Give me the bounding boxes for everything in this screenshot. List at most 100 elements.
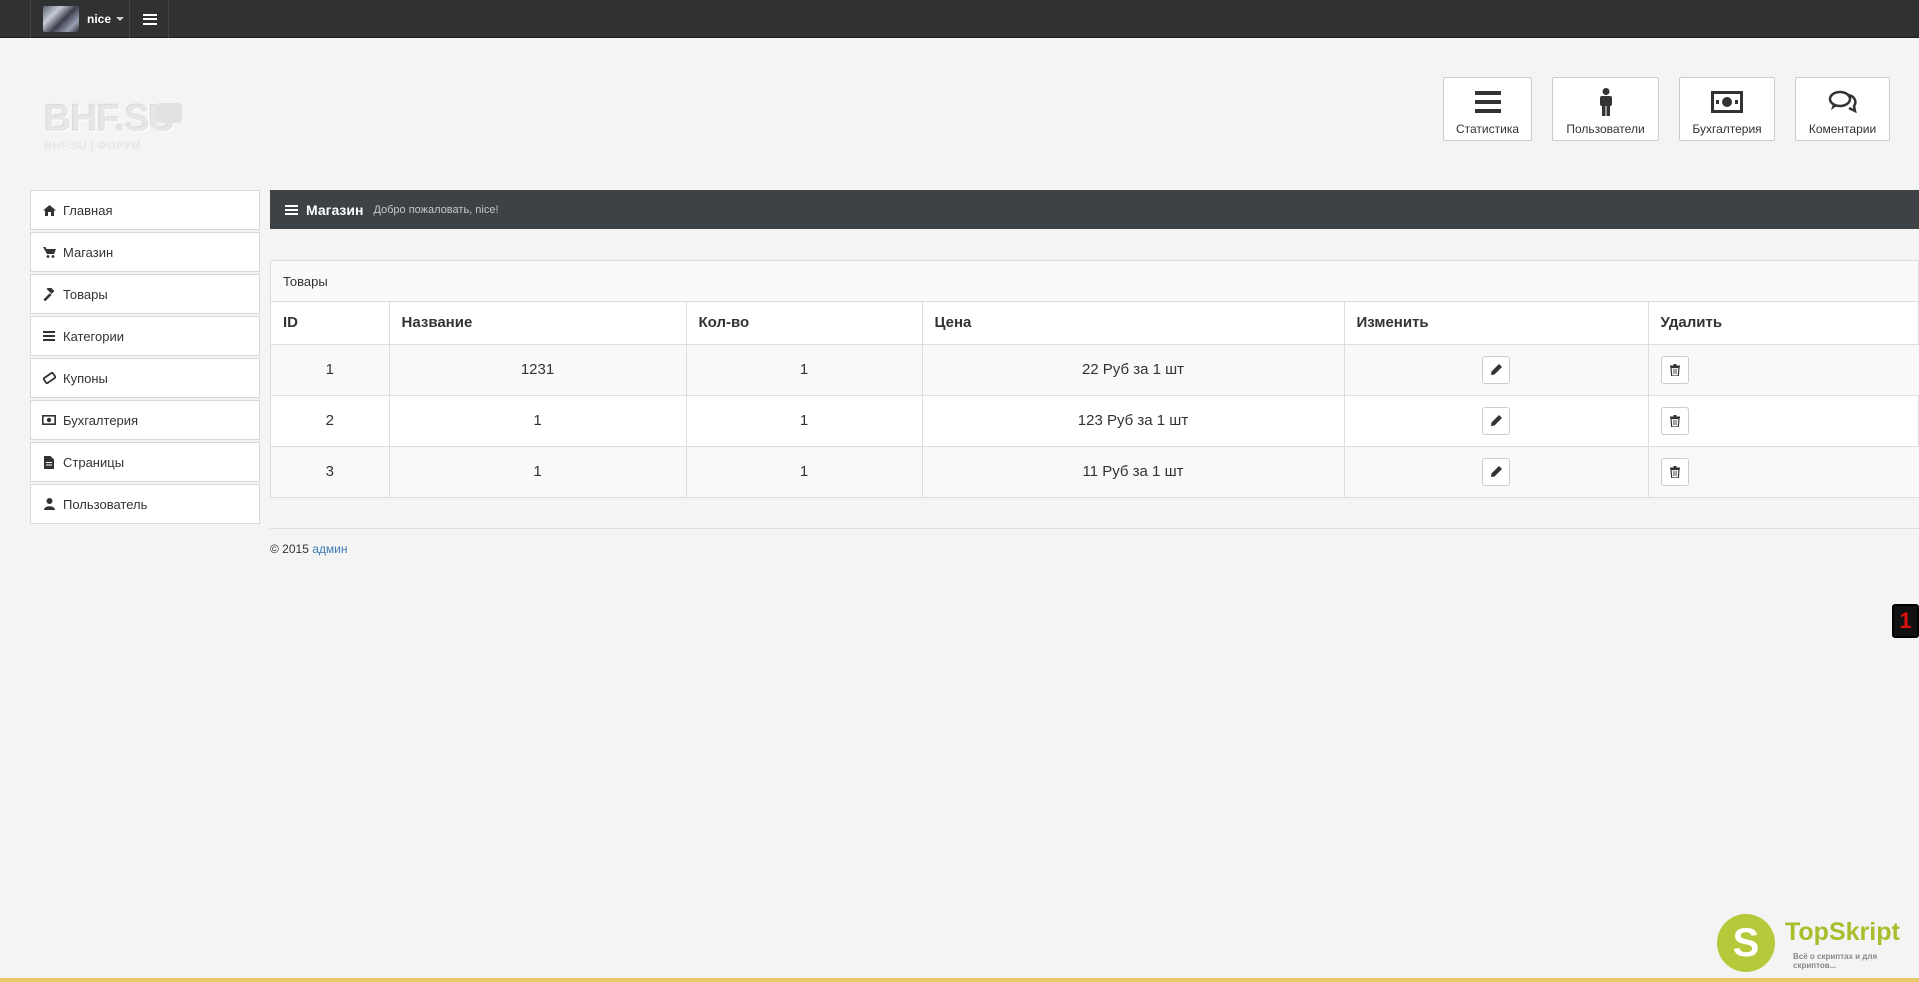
topskript-logo-icon: S <box>1717 914 1775 972</box>
edit-button[interactable] <box>1482 355 1510 384</box>
sidebar-item-products[interactable]: Товары <box>30 274 260 314</box>
cell-qty: 1 <box>686 446 923 498</box>
sidebar-item-label: Товары <box>63 286 108 302</box>
cell-delete <box>1648 446 1919 498</box>
sidebar-item-label: Пользователь <box>63 496 148 512</box>
products-table: ID Название Кол-во Цена Изменить Удалить… <box>271 302 1919 498</box>
sidebar-item-user[interactable]: Пользователь <box>30 484 260 524</box>
chat-bubble-icon <box>156 103 182 123</box>
user-icon <box>42 497 56 511</box>
pencil-icon <box>1490 364 1502 375</box>
male-icon <box>1599 88 1613 116</box>
sidebar-item-label: Купоны <box>63 370 108 386</box>
quick-button-statistics[interactable]: Статистика <box>1443 77 1532 141</box>
watermark-title: TopSkript <box>1785 918 1900 946</box>
delete-button[interactable] <box>1660 457 1689 486</box>
sidebar-item-categories[interactable]: Категории <box>30 316 260 356</box>
cell-delete <box>1648 395 1919 447</box>
delete-button[interactable] <box>1660 355 1689 384</box>
sidebar-item-label: Магазин <box>63 244 114 260</box>
cell-edit <box>1344 446 1649 498</box>
admin-link[interactable]: админ <box>312 542 347 556</box>
pencil-icon <box>1490 415 1502 426</box>
sidebar-item-accounting[interactable]: Бухгалтерия <box>30 400 260 440</box>
edit-button[interactable] <box>1482 406 1510 435</box>
trash-icon <box>1669 414 1680 427</box>
taskbar-strip <box>0 978 1919 982</box>
site-logo[interactable]: BHF.SU BHF.SU | ФОРУМ <box>44 100 204 160</box>
money-icon <box>1711 88 1743 116</box>
products-panel: Товары ID Название Кол-во Цена Изменить … <box>270 260 1919 498</box>
logo-subtext: BHF.SU | ФОРУМ <box>44 140 142 152</box>
menu-toggle-button[interactable] <box>131 0 169 38</box>
quick-button-accounting[interactable]: Бухгалтерия <box>1679 77 1775 141</box>
column-header-edit: Изменить <box>1344 302 1649 345</box>
cell-qty: 1 <box>686 395 923 447</box>
bars-icon <box>142 13 157 25</box>
quick-button-label: Статистика <box>1455 122 1520 136</box>
welcome-text: Добро пожаловать, nice! <box>373 203 499 216</box>
page-title: Магазин <box>306 201 364 218</box>
table-row: 2 1 1 123 Руб за 1 шт <box>271 395 1919 447</box>
edge-badge[interactable]: 1 <box>1892 604 1919 638</box>
quick-button-label: Коментарии <box>1808 122 1877 136</box>
home-icon <box>42 203 56 217</box>
cell-name: 1 <box>389 395 687 447</box>
footer: © 2015 админ <box>270 542 347 556</box>
quick-button-label: Пользователи <box>1566 122 1645 136</box>
cell-delete <box>1648 344 1919 396</box>
cart-icon <box>42 245 56 259</box>
list-icon <box>42 329 56 343</box>
sidebar-item-label: Категории <box>63 328 124 344</box>
edit-button[interactable] <box>1482 457 1510 486</box>
column-header-price: Цена <box>922 302 1345 345</box>
delete-button[interactable] <box>1660 406 1689 435</box>
column-header-delete: Удалить <box>1648 302 1919 345</box>
sidebar-item-pages[interactable]: Страницы <box>30 442 260 482</box>
gavel-icon <box>42 287 56 301</box>
quick-button-users[interactable]: Пользователи <box>1552 77 1659 141</box>
sidebar-item-shop[interactable]: Магазин <box>30 232 260 272</box>
sidebar-item-label: Страницы <box>63 454 125 470</box>
table-row: 3 1 1 11 Руб за 1 шт <box>271 446 1919 498</box>
trash-icon <box>1669 465 1680 478</box>
cell-qty: 1 <box>686 344 923 396</box>
sidebar-item-home[interactable]: Главная <box>30 190 260 230</box>
table-row: 1 1231 1 22 Руб за 1 шт <box>271 344 1919 396</box>
cell-price: 11 Руб за 1 шт <box>922 446 1345 498</box>
cell-price: 22 Руб за 1 шт <box>922 344 1345 396</box>
watermark-subtitle: Всё о скриптах и для скриптов... <box>1793 952 1878 970</box>
sidebar-item-coupons[interactable]: Купоны <box>30 358 260 398</box>
money-icon <box>42 413 56 427</box>
quick-button-comments[interactable]: Коментарии <box>1795 77 1890 141</box>
bars-icon <box>1474 88 1501 116</box>
quick-button-label: Бухгалтерия <box>1692 122 1762 136</box>
table-header-row: ID Название Кол-во Цена Изменить Удалить <box>271 302 1919 345</box>
sidebar-item-label: Бухгалтерия <box>63 412 139 428</box>
top-navbar: nice <box>0 0 1919 38</box>
cell-edit <box>1344 395 1649 447</box>
cell-name: 1 <box>389 446 687 498</box>
footer-divider <box>270 528 1919 529</box>
sidebar-item-label: Главная <box>63 202 113 218</box>
column-header-qty: Кол-во <box>686 302 923 345</box>
trash-icon <box>1669 363 1680 376</box>
caret-down-icon <box>116 17 125 21</box>
cell-edit <box>1344 344 1649 396</box>
copyright-text: © 2015 <box>270 542 309 556</box>
cell-id: 1 <box>271 344 390 396</box>
ticket-icon <box>42 371 56 385</box>
bars-icon <box>285 204 298 215</box>
sidebar-nav: Главная Магазин Товары Категории Купоны … <box>30 190 260 526</box>
cell-name: 1231 <box>389 344 687 396</box>
cell-price: 123 Руб за 1 шт <box>922 395 1345 447</box>
file-icon <box>42 455 56 469</box>
pencil-icon <box>1490 466 1502 477</box>
topskript-watermark: S TopSkript Всё о скриптах и для скрипто… <box>1717 914 1917 974</box>
content-header: Магазин Добро пожаловать, nice! <box>270 190 1919 229</box>
user-menu-dropdown[interactable]: nice <box>30 0 130 38</box>
cell-id: 3 <box>271 446 390 498</box>
column-header-id: ID <box>271 302 390 345</box>
avatar <box>43 6 79 32</box>
user-name: nice <box>87 12 112 26</box>
